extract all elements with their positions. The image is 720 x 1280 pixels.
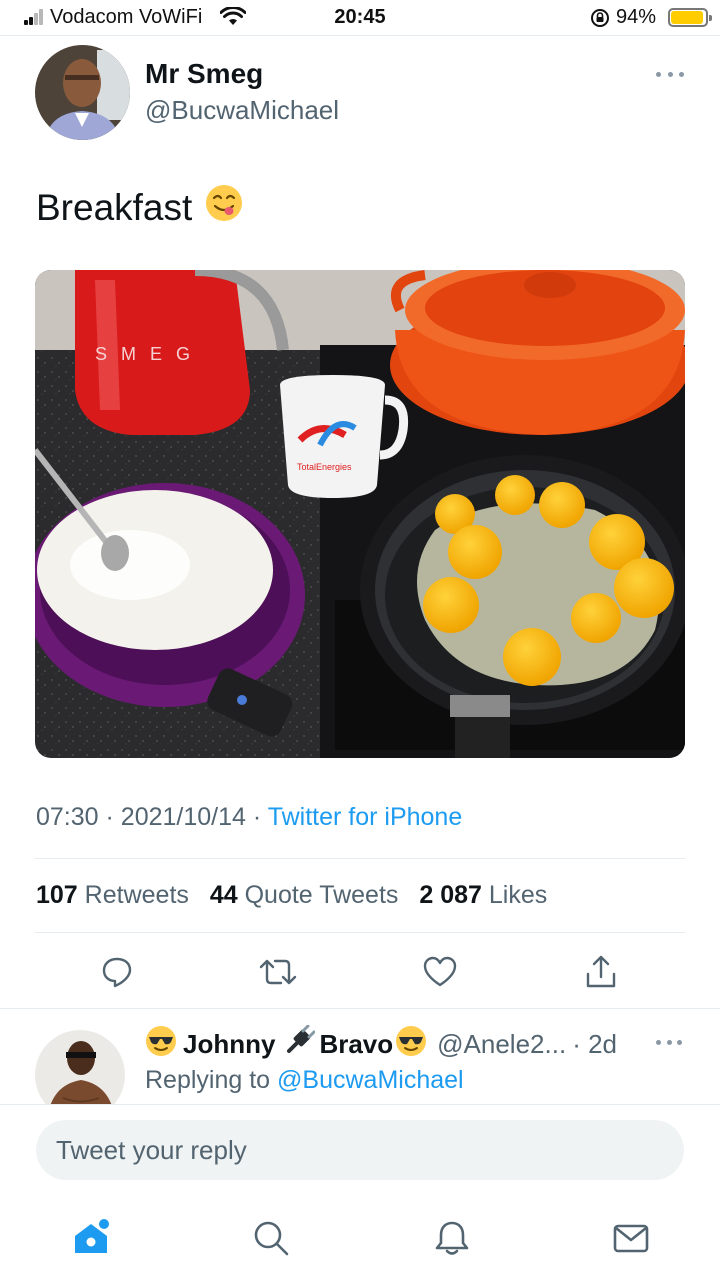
reply-header: Johnny Bravo @Anele2... · 2d: [145, 1024, 617, 1064]
author-name[interactable]: Mr Smeg: [145, 58, 263, 90]
tweet-photo[interactable]: SMEG TotalEnergies: [35, 270, 685, 758]
reply-author-name-part1[interactable]: Johnny: [183, 1029, 275, 1060]
tweet-actions: [0, 950, 720, 994]
svg-text:TotalEnergies: TotalEnergies: [297, 462, 352, 472]
divider: [35, 858, 685, 859]
share-icon[interactable]: [579, 950, 623, 994]
replying-to-line: Replying to @BucwaMichael: [145, 1066, 464, 1095]
battery-icon: [668, 8, 712, 27]
battery-fill: [671, 11, 703, 24]
tweet-text-content: Breakfast: [36, 186, 193, 228]
messages-icon[interactable]: [603, 1210, 659, 1266]
like-icon[interactable]: [418, 950, 462, 994]
tweet-meta: 07:30 · 2021/10/14 · Twitter for iPhone: [36, 803, 462, 832]
divider: [0, 1008, 720, 1009]
tweet-stats: 107 Retweets 44 Quote Tweets 2 087 Likes: [36, 881, 547, 910]
search-icon[interactable]: [243, 1210, 299, 1266]
retweets-stat[interactable]: 107 Retweets: [36, 881, 189, 909]
sunglasses-emoji-icon: [395, 1025, 427, 1064]
home-icon[interactable]: [63, 1210, 119, 1266]
reply-input[interactable]: [36, 1120, 684, 1180]
battery-percentage: 94%: [616, 6, 657, 28]
reply-more-options-icon[interactable]: [656, 1038, 682, 1046]
status-time: 20:45: [334, 6, 386, 28]
orientation-lock-icon: [591, 9, 609, 27]
status-bar: Vodacom VoWiFi 20:45 94%: [0, 0, 720, 36]
tweet-source-link[interactable]: Twitter for iPhone: [268, 803, 463, 831]
quote-tweets-stat[interactable]: 44 Quote Tweets: [210, 881, 399, 909]
reply-author-name-part2[interactable]: Bravo: [319, 1029, 393, 1060]
tweet-date: 2021/10/14: [120, 803, 246, 831]
author-handle[interactable]: @BucwaMichael: [145, 95, 339, 126]
divider: [35, 932, 685, 933]
tweet-time: 07:30: [36, 803, 99, 831]
likes-stat[interactable]: 2 087 Likes: [419, 881, 547, 909]
divider: [0, 35, 720, 36]
yum-emoji-icon: [204, 183, 244, 232]
tab-bar: [0, 1210, 720, 1266]
meta-separator: ·: [105, 803, 114, 831]
plug-emoji-icon: [283, 1024, 316, 1064]
sunglasses-emoji-icon: [145, 1025, 177, 1064]
reply-icon[interactable]: [95, 950, 139, 994]
reply-time: · 2d: [572, 1029, 617, 1059]
replying-to-handle-link[interactable]: @BucwaMichael: [277, 1066, 464, 1094]
author-avatar[interactable]: [35, 45, 130, 140]
replying-prefix: Replying to: [145, 1066, 271, 1094]
meta-separator: ·: [252, 803, 262, 831]
notifications-icon[interactable]: [424, 1210, 480, 1266]
reply-author-handle[interactable]: @Anele2...: [437, 1029, 566, 1060]
more-options-icon[interactable]: [656, 69, 684, 79]
tweet-text: Breakfast: [36, 183, 244, 232]
retweet-icon[interactable]: [256, 950, 300, 994]
svg-text:SMEG: SMEG: [95, 344, 204, 364]
